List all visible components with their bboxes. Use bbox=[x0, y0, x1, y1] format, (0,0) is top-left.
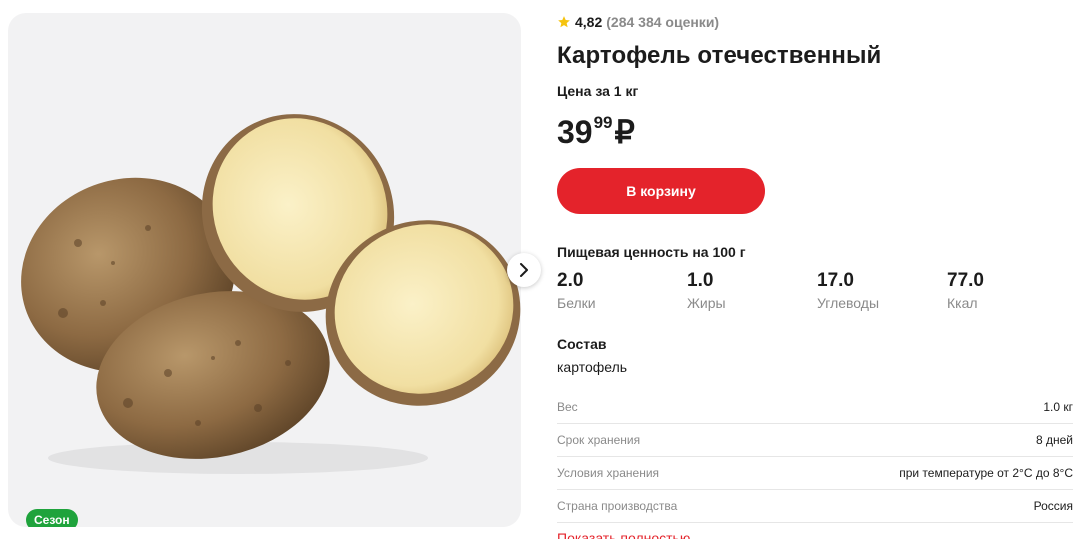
rating-value: 4,82 bbox=[575, 14, 603, 30]
spec-row: Срок хранения 8 дней bbox=[557, 424, 1073, 457]
nutrition-value: 77.0 bbox=[947, 270, 984, 291]
star-icon bbox=[558, 16, 570, 28]
rating-count: (284 384 оценки) bbox=[606, 14, 720, 30]
nutrition-value: 17.0 bbox=[817, 270, 854, 291]
show-all-link[interactable]: Показать полностью bbox=[557, 530, 690, 539]
spec-key: Вес bbox=[557, 400, 578, 414]
spec-key: Срок хранения bbox=[557, 433, 641, 447]
nutrition-label: Белки bbox=[557, 295, 596, 311]
nutrition-label: Ккал bbox=[947, 295, 978, 311]
specs-table: Вес 1.0 кг Срок хранения 8 дней Условия … bbox=[557, 391, 1073, 523]
spec-row: Страна производства Россия bbox=[557, 490, 1073, 523]
product-title: Картофель отечественный bbox=[557, 42, 882, 69]
product-image bbox=[21, 114, 521, 474]
nutrition-fat: 1.0 Жиры bbox=[687, 270, 726, 311]
spec-key: Условия хранения bbox=[557, 466, 660, 480]
spec-row: Условия хранения при температуре от 2°C … bbox=[557, 457, 1073, 490]
spec-value: 1.0 кг bbox=[1043, 400, 1073, 414]
spec-key: Страна производства bbox=[557, 499, 678, 513]
nutrition-title: Пищевая ценность на 100 г bbox=[557, 244, 746, 260]
spec-value: 8 дней bbox=[1035, 433, 1073, 447]
spec-value: при температуре от 2°C до 8°C bbox=[899, 466, 1073, 480]
season-badge: Сезон bbox=[26, 509, 78, 527]
currency-symbol: ₽ bbox=[614, 114, 635, 150]
nutrition-kcal: 77.0 Ккал bbox=[947, 270, 984, 311]
chevron-right-icon bbox=[520, 263, 528, 277]
nutrition-value: 1.0 bbox=[687, 270, 714, 291]
nutrition-label: Жиры bbox=[687, 295, 726, 311]
nutrition-value: 2.0 bbox=[557, 270, 584, 291]
composition-text: картофель bbox=[557, 359, 628, 375]
price-rubles: 39 bbox=[557, 114, 593, 150]
product-image-card: Сезон bbox=[8, 13, 521, 527]
price-kopecks: 99 bbox=[593, 113, 613, 132]
add-to-cart-button[interactable]: В корзину bbox=[557, 168, 765, 214]
composition-title: Состав bbox=[557, 336, 607, 352]
spec-value: Россия bbox=[1033, 499, 1073, 513]
nutrition-carbs: 17.0 Углеводы bbox=[817, 270, 879, 311]
price: 39 99 ₽ bbox=[557, 112, 635, 152]
nutrition-protein: 2.0 Белки bbox=[557, 270, 596, 311]
gallery-next-button[interactable] bbox=[507, 253, 541, 287]
nutrition-label: Углеводы bbox=[817, 295, 880, 311]
spec-row: Вес 1.0 кг bbox=[557, 391, 1073, 424]
price-unit: Цена за 1 кг bbox=[557, 83, 639, 99]
rating[interactable]: 4,82 (284 384 оценки) bbox=[557, 14, 719, 30]
